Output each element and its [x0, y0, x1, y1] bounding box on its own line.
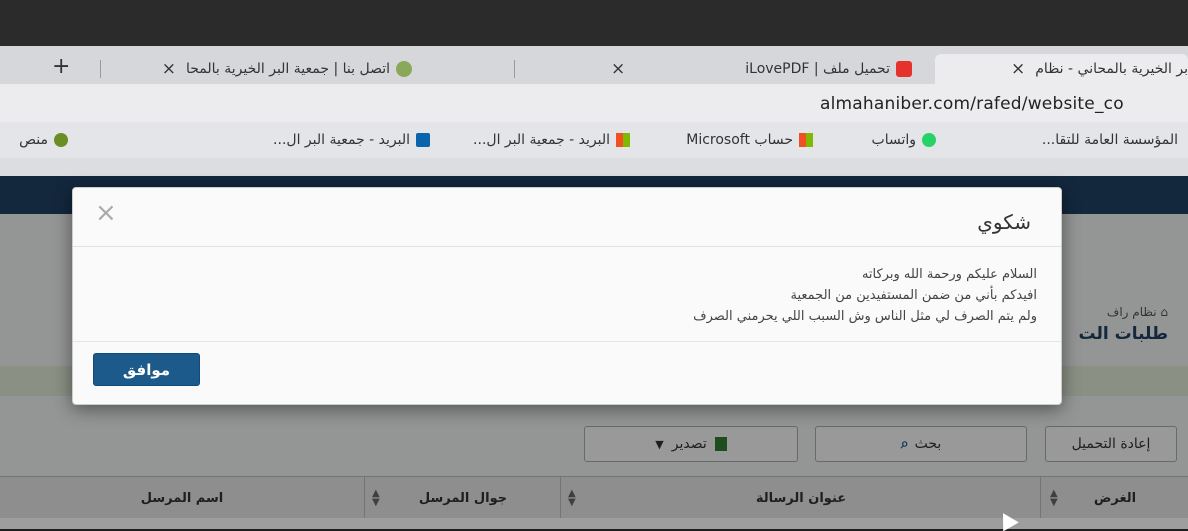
tab-ilovepdf[interactable]: تحميل ملف | iLovePDF × [532, 54, 912, 84]
ok-button[interactable]: موافق [93, 353, 200, 386]
bookmark-label: واتساب [871, 132, 916, 148]
bookmark-item[interactable]: واتساب [872, 132, 936, 148]
tab-label: بر الخيرية بالمحاني - نظام [1035, 61, 1188, 77]
bookmark-item[interactable]: منص [19, 132, 68, 148]
bookmark-label: البريد - جمعية البر ال... [273, 132, 410, 148]
bookmark-label: حساب Microsoft [686, 132, 793, 148]
close-icon[interactable]: × [162, 59, 176, 79]
monitor-bezel [0, 0, 1188, 48]
outlook-icon [416, 133, 430, 147]
modal-message: السلام عليكم ورحمة الله وبركاته افيدكم ب… [137, 264, 1037, 327]
modal-footer: موافق [73, 341, 1061, 404]
close-icon[interactable]: × [95, 198, 117, 228]
microsoft-icon [799, 133, 813, 147]
bookmark-label: منص [19, 132, 48, 148]
bookmark-item[interactable]: البريد - جمعية البر ال... [473, 132, 630, 148]
site-favicon-icon [396, 61, 412, 77]
tab-separator [100, 60, 101, 78]
tab-label: اتصل بنا | جمعية البر الخيرية بالمحا [185, 61, 390, 77]
tab-strip: + اتصل بنا | جمعية البر الخيرية بالمحا ×… [0, 46, 1188, 84]
modal-header: × شكوي [73, 188, 1061, 247]
tab-contact[interactable]: اتصل بنا | جمعية البر الخيرية بالمحا × [120, 54, 412, 84]
new-tab-button[interactable]: + [52, 54, 70, 79]
tab-active-system[interactable]: بر الخيرية بالمحاني - نظام × [935, 54, 1188, 84]
message-line: افيدكم بأني من ضمن المستفيدين من الجمعية [790, 288, 1038, 303]
tab-separator [514, 60, 515, 78]
modal-title: شكوي [977, 210, 1031, 234]
message-line: السلام عليكم ورحمة الله وبركاته [861, 267, 1037, 282]
address-bar[interactable]: almahaniber.com/rafed/website_co [0, 84, 1188, 122]
bookmark-label: المؤسسة العامة للتقا... [1041, 132, 1178, 148]
site-favicon-icon [54, 133, 68, 147]
browser-chrome: + اتصل بنا | جمعية البر الخيرية بالمحا ×… [0, 46, 1188, 176]
tab-label: تحميل ملف | iLovePDF [745, 61, 890, 77]
complaint-modal: × شكوي السلام عليكم ورحمة الله وبركاته ا… [72, 187, 1062, 405]
microsoft-icon [616, 133, 630, 147]
bookmark-label: البريد - جمعية البر ال... [473, 132, 610, 148]
message-line: ولم يتم الصرف لي مثل الناس وش السبب اللي… [693, 309, 1037, 324]
bookmark-item[interactable]: المؤسسة العامة للتقا... [1042, 132, 1178, 148]
close-icon[interactable]: × [611, 59, 625, 79]
heart-icon [896, 61, 912, 77]
url-text: almahaniber.com/rafed/website_co [820, 94, 1124, 114]
whatsapp-icon [922, 133, 936, 147]
bookmark-item[interactable]: حساب Microsoft [686, 132, 813, 148]
bookmark-item[interactable]: البريد - جمعية البر ال... [273, 132, 430, 148]
close-icon[interactable]: × [1011, 59, 1025, 79]
bookmarks-bar: المؤسسة العامة للتقا... واتساب حساب Micr… [0, 122, 1188, 158]
